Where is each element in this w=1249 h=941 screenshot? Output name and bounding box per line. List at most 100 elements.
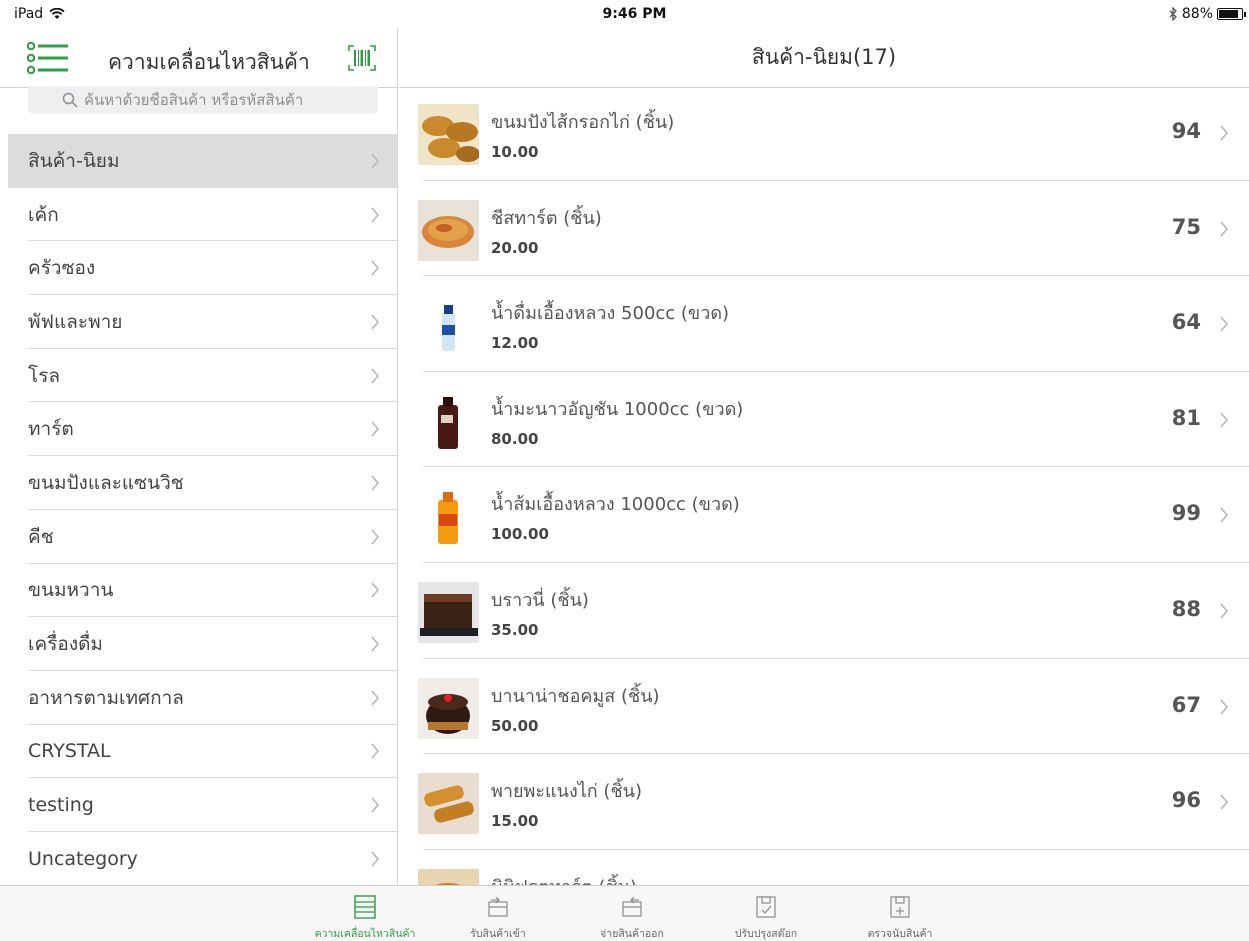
product-name: น้ำส้มเอื้องหลวง 1000cc (ขวด) bbox=[491, 494, 740, 516]
category-item[interactable]: พัฟและพาย bbox=[0, 295, 397, 349]
product-price: 12.00 bbox=[491, 334, 539, 353]
chevron-right-icon bbox=[1220, 412, 1228, 428]
product-row[interactable]: มินิฟรุตทาร์ต (ชิ้น) bbox=[399, 850, 1249, 885]
chevron-right-icon bbox=[371, 368, 379, 384]
product-thumbnail bbox=[418, 199, 479, 261]
battery-percent: 88% bbox=[1181, 6, 1213, 22]
tab-adjust-stock[interactable]: ปรับปรุงสต๊อก bbox=[706, 894, 826, 941]
category-item[interactable]: ขนมปังและแซนวิช bbox=[0, 456, 397, 510]
product-name: ชีสทาร์ต (ชิ้น) bbox=[491, 207, 602, 229]
tab-count-stock[interactable]: ตรวจนับสินค้า bbox=[840, 894, 960, 941]
category-item[interactable]: ครัวซอง bbox=[0, 241, 397, 295]
product-row[interactable]: น้ำมะนาวอัญชัน 1000cc (ขวด) 80.00 81 bbox=[399, 372, 1249, 468]
product-thumbnail bbox=[418, 677, 479, 739]
product-name: มินิฟรุตทาร์ต (ชิ้น) bbox=[491, 872, 637, 885]
chevron-right-icon bbox=[371, 475, 379, 491]
category-panel: ความเคลื่อนไหวสินค้า สินค้า-นิยมเค้กครัว… bbox=[0, 28, 398, 885]
chevron-right-icon bbox=[1220, 794, 1228, 810]
category-label: CRYSTAL bbox=[28, 740, 111, 763]
category-label: พัฟและพาย bbox=[28, 310, 123, 333]
chevron-right-icon bbox=[1220, 699, 1228, 715]
category-item[interactable]: ขนมหวาน bbox=[0, 564, 397, 618]
category-label: โรล bbox=[28, 364, 61, 387]
product-thumbnail bbox=[418, 868, 479, 885]
product-row[interactable]: น้ำส้มเอื้องหลวง 1000cc (ขวด) 100.00 99 bbox=[399, 467, 1249, 563]
chevron-right-icon bbox=[371, 529, 379, 545]
product-thumbnail bbox=[418, 295, 479, 357]
product-row[interactable]: น้ำดื่มเอื้องหลวง 500cc (ขวด) 12.00 64 bbox=[399, 276, 1249, 372]
tab-label: ตรวจนับสินค้า bbox=[867, 928, 933, 940]
menu-list-icon[interactable] bbox=[26, 42, 70, 74]
category-item[interactable]: CRYSTAL bbox=[0, 725, 397, 779]
product-thumbnail bbox=[418, 104, 479, 165]
product-panel: สินค้า-นิยม(17) ขนมปังไส้กรอกไก่ (ชิ้น) 1… bbox=[399, 28, 1249, 885]
search-icon bbox=[62, 92, 78, 108]
product-thumbnail bbox=[418, 486, 479, 548]
chevron-right-icon bbox=[371, 260, 379, 276]
tab-dispatch[interactable]: จ่ายสินค้าออก bbox=[572, 894, 692, 941]
clock: 9:46 PM bbox=[602, 6, 667, 22]
product-price: 100.00 bbox=[491, 525, 549, 544]
product-list: ขนมปังไส้กรอกไก่ (ชิ้น) 10.00 94 ชีสทาร์ต (… bbox=[399, 85, 1249, 885]
count-stock-icon bbox=[890, 896, 910, 918]
product-row[interactable]: ชีสทาร์ต (ชิ้น) 20.00 75 bbox=[399, 181, 1249, 277]
product-quantity: 94 bbox=[1171, 119, 1201, 143]
product-thumbnail bbox=[418, 581, 479, 643]
category-list: สินค้า-นิยมเค้กครัวซองพัฟและพายโรลทาร์ตข… bbox=[0, 134, 397, 885]
product-price: 50.00 bbox=[491, 716, 539, 735]
chevron-right-icon bbox=[371, 797, 379, 813]
category-item[interactable]: คีช bbox=[0, 510, 397, 564]
category-label: สินค้า-นิยม bbox=[28, 149, 120, 172]
list-icon bbox=[354, 895, 376, 919]
tab-bar: ความเคลื่อนไหวสินค้า รับสินค้าเข้า จ่ายสิน… bbox=[0, 885, 1249, 941]
product-thumbnail bbox=[418, 773, 479, 835]
product-name: บานาน่าชอคมูส (ชิ้น) bbox=[491, 685, 660, 707]
product-list-title: สินค้า-นิยม(17) bbox=[399, 28, 1249, 88]
product-row[interactable]: ขนมปังไส้กรอกไก่ (ชิ้น) 10.00 94 bbox=[399, 85, 1249, 181]
search-input[interactable] bbox=[84, 91, 344, 109]
category-item[interactable]: ทาร์ต bbox=[0, 402, 397, 456]
tab-label: จ่ายสินค้าออก bbox=[600, 928, 664, 940]
bluetooth-icon bbox=[1169, 7, 1177, 21]
category-label: คีช bbox=[28, 525, 54, 548]
product-row[interactable]: บราวนี่ (ชิ้น) 35.00 88 bbox=[399, 563, 1249, 659]
category-label: เค้ก bbox=[28, 203, 59, 226]
category-label: ทาร์ต bbox=[28, 418, 74, 441]
product-quantity: 88 bbox=[1171, 596, 1201, 621]
product-name: น้ำมะนาวอัญชัน 1000cc (ขวด) bbox=[491, 398, 744, 420]
category-item[interactable]: เค้ก bbox=[0, 188, 397, 242]
receive-icon bbox=[488, 896, 508, 917]
dispatch-icon bbox=[622, 896, 642, 917]
product-row[interactable]: พายพะแนงไก่ (ชิ้น) 15.00 96 bbox=[399, 754, 1249, 850]
chevron-right-icon bbox=[371, 743, 379, 759]
chevron-right-icon bbox=[371, 582, 379, 598]
chevron-right-icon bbox=[371, 153, 379, 169]
product-thumbnail bbox=[418, 390, 479, 452]
product-price: 35.00 bbox=[491, 620, 539, 639]
tab-list[interactable]: ความเคลื่อนไหวสินค้า bbox=[305, 894, 425, 941]
chevron-right-icon bbox=[1220, 603, 1228, 619]
category-label: อาหารตามเทศกาล bbox=[28, 686, 184, 709]
tab-receive[interactable]: รับสินค้าเข้า bbox=[438, 894, 558, 941]
product-price: 10.00 bbox=[491, 143, 539, 161]
panel-title: ความเคลื่อนไหวสินค้า bbox=[108, 50, 310, 74]
product-quantity: 96 bbox=[1171, 788, 1201, 813]
search-bar[interactable] bbox=[28, 86, 378, 114]
product-price: 80.00 bbox=[491, 429, 539, 448]
product-price: 15.00 bbox=[491, 812, 539, 831]
category-item[interactable]: testing bbox=[0, 778, 397, 832]
product-name: ขนมปังไส้กรอกไก่ (ชิ้น) bbox=[491, 112, 675, 133]
category-item[interactable]: เครื่องดื่ม bbox=[0, 617, 397, 671]
chevron-right-icon bbox=[371, 636, 379, 652]
category-item[interactable]: อาหารตามเทศกาล bbox=[0, 671, 397, 725]
category-label: ขนมหวาน bbox=[28, 579, 114, 602]
category-item[interactable]: Uncategory bbox=[0, 832, 397, 885]
barcode-scan-icon[interactable] bbox=[348, 45, 376, 71]
product-quantity: 75 bbox=[1171, 214, 1201, 239]
product-name: น้ำดื่มเอื้องหลวง 500cc (ขวด) bbox=[491, 303, 730, 325]
category-item[interactable]: สินค้า-นิยม bbox=[8, 134, 397, 188]
category-item[interactable]: โรล bbox=[0, 349, 397, 403]
chevron-right-icon bbox=[1220, 316, 1228, 332]
product-quantity: 64 bbox=[1171, 310, 1201, 335]
product-row[interactable]: บานาน่าชอคมูส (ชิ้น) 50.00 67 bbox=[399, 659, 1249, 755]
